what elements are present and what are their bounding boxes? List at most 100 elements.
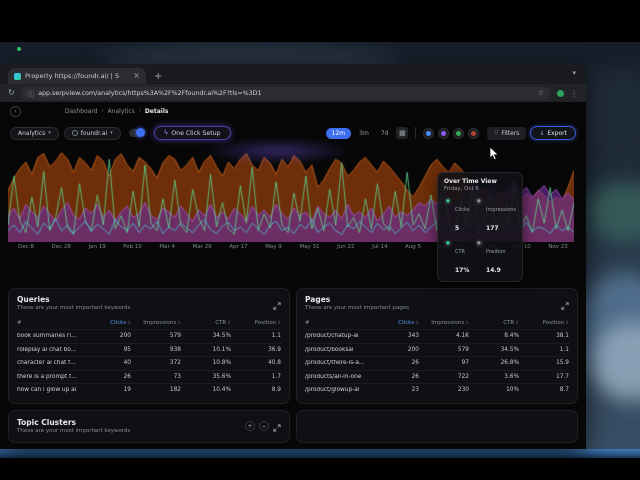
sidebar-toggle-button[interactable]: › [10, 106, 21, 117]
browser-tab[interactable]: Property https://foundr.ai/ | S × [8, 68, 146, 84]
range-7d-button[interactable]: 7d [377, 128, 393, 139]
x-axis-tick: Dec 8 [18, 244, 34, 250]
page-clicks: 26 [369, 374, 419, 380]
column-page[interactable]: # [305, 320, 369, 326]
page-ctr: 8.4% [469, 333, 519, 339]
x-axis-tick: Mar 26 [193, 244, 212, 250]
page-impressions: 579 [419, 347, 469, 353]
tab-search-chevron-icon[interactable]: ▾ [572, 69, 576, 77]
column-clicks[interactable]: Clicks↕ [81, 320, 131, 326]
breadcrumb-dashboard[interactable]: Dashboard [65, 108, 98, 115]
page-url: /product/booksai [305, 347, 369, 353]
query-ctr: 10.4% [181, 387, 231, 393]
property-dropdown[interactable]: foundr.ai ▾ [64, 127, 121, 140]
export-button[interactable]: ↓ Export [530, 126, 576, 140]
topic-clusters-subtitle: These are your most important keywords [17, 428, 130, 434]
analytics-dropdown[interactable]: Analytics ▾ [10, 127, 59, 140]
query-keyword: character ai chat free, no sign up [17, 360, 81, 366]
expand-icon[interactable] [273, 417, 281, 436]
tab-close-icon[interactable]: × [133, 72, 140, 80]
page-content: › Dashboard › Analytics › Details Analyt… [0, 102, 586, 449]
divider [415, 127, 416, 139]
table-row[interactable]: book summaries right from your ca... 200… [17, 329, 281, 343]
pages-title: Pages [305, 295, 409, 304]
integration-icon-1[interactable] [423, 128, 434, 139]
integration-icon-2[interactable] [438, 128, 449, 139]
x-axis-tick: Apr 17 [229, 244, 247, 250]
table-row[interactable]: /products/all-in-one 26 722 3.6% 17.7 [305, 370, 569, 384]
zoom-out-button[interactable]: − [259, 421, 269, 431]
letterbox-bottom [0, 458, 640, 480]
zoom-in-button[interactable]: + [245, 421, 255, 431]
range-12m-button[interactable]: 12m [326, 128, 351, 139]
tooltip-metric: ● Impressions 177 [475, 196, 516, 234]
table-row[interactable]: /product/booksai 200 579 34.5% 1.1 [305, 343, 569, 357]
query-clicks: 200 [81, 333, 131, 339]
integration-icon-4[interactable] [468, 128, 479, 139]
expand-icon[interactable] [561, 295, 569, 314]
tab-title: Property https://foundr.ai/ | S [25, 72, 129, 80]
query-impressions: 372 [131, 360, 181, 366]
mouse-cursor [489, 146, 500, 165]
metric-icon: ● [444, 239, 452, 247]
column-ctr[interactable]: CTR↕ [181, 320, 231, 326]
x-axis-tick: May 9 [265, 244, 282, 250]
funnel-icon: ▽ [494, 130, 498, 136]
extension-icon[interactable] [557, 90, 564, 97]
property-dropdown-label: foundr.ai [81, 130, 107, 137]
page-impressions: 4.1K [419, 333, 469, 339]
table-row[interactable]: /product/glowup-ai 23 230 10% 8.7 [305, 383, 569, 397]
queries-title: Queries [17, 295, 130, 304]
range-3m-button[interactable]: 3m [355, 128, 373, 139]
metric-value: 17% [455, 267, 469, 274]
address-bar[interactable]: ⓘ app.serpview.com/analytics/https%3A%2F… [21, 87, 551, 100]
column-impressions[interactable]: Impressions↕ [131, 320, 181, 326]
query-keyword: there is a prompt for that [17, 374, 81, 380]
x-axis-tick: Jul 14 [372, 244, 387, 250]
query-position: 40.8 [231, 360, 281, 366]
chevron-right-icon: › [139, 108, 141, 114]
breadcrumb-analytics[interactable]: Analytics [108, 108, 135, 115]
chart-tooltip: Over Time View Friday, Oct 6 ● Clicks 5 [437, 172, 523, 282]
query-keyword: roleplay ai chat bot free, no sign up [17, 347, 81, 353]
wallpaper-stripe [0, 449, 640, 458]
browser-menu-icon[interactable]: ⋮ [570, 89, 578, 98]
toggle-knob [136, 128, 145, 137]
x-axis-tick: Aug 5 [405, 244, 421, 250]
query-ctr: 35.6% [181, 374, 231, 380]
filters-button[interactable]: ▽ Filters [487, 127, 526, 140]
table-row[interactable]: roleplay ai chat bot free, no sign up 95… [17, 343, 281, 357]
column-keyword[interactable]: # [17, 320, 81, 326]
analytics-dropdown-label: Analytics [18, 130, 45, 137]
bookmark-star-icon[interactable]: ☆ [538, 89, 544, 97]
table-row[interactable]: /product/there-is-a-prompt-for-that 26 9… [305, 356, 569, 370]
chevron-right-icon: › [102, 108, 104, 114]
page-impressions: 230 [419, 387, 469, 393]
site-info-icon[interactable]: ⓘ [28, 88, 35, 98]
x-axis-tick: Jun 22 [337, 244, 354, 250]
tooltip-metric: ● Position 14.9 [475, 238, 516, 276]
column-impressions[interactable]: Impressions↕ [419, 320, 469, 326]
table-row[interactable]: character ai chat free, no sign up 40 37… [17, 356, 281, 370]
query-impressions: 73 [131, 374, 181, 380]
column-position[interactable]: Position↕ [231, 320, 281, 326]
table-row[interactable]: /product/chatup-ai 343 4.1K 8.4% 38.1 [305, 329, 569, 343]
export-label: Export [547, 130, 567, 137]
page-clicks: 343 [369, 333, 419, 339]
new-tab-button[interactable]: + [154, 71, 162, 82]
sort-icon: ↕ [565, 321, 569, 326]
query-clicks: 26 [81, 374, 131, 380]
column-ctr[interactable]: CTR↕ [469, 320, 519, 326]
query-clicks: 40 [81, 360, 131, 366]
browser-tab-bar: Property https://foundr.ai/ | S × + ▾ [0, 64, 586, 84]
column-clicks[interactable]: Clicks↕ [369, 320, 419, 326]
url-text[interactable]: app.serpview.com/analytics/https%3A%2F%2… [38, 90, 534, 97]
table-row[interactable]: how can i glow up ai 19 182 10.4% 8.9 [17, 383, 281, 397]
column-position[interactable]: Position↕ [519, 320, 569, 326]
integration-icon-3[interactable] [453, 128, 464, 139]
chart-toggle-switch[interactable] [129, 129, 145, 137]
reload-icon[interactable]: ↻ [8, 89, 15, 97]
expand-icon[interactable] [273, 295, 281, 314]
calendar-icon[interactable]: ▦ [396, 127, 408, 139]
table-row[interactable]: there is a prompt for that 26 73 35.6% 1… [17, 370, 281, 384]
